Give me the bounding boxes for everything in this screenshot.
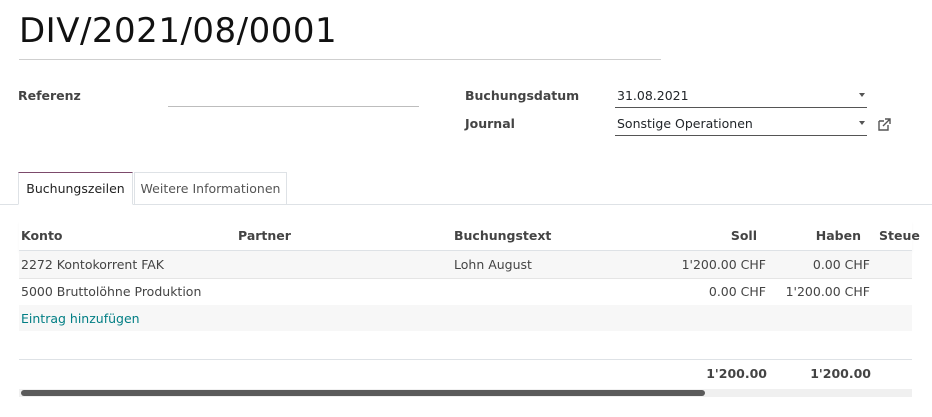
table-row[interactable]: 2272 Kontokorrent FAK Lohn August 1'200.… [19, 251, 912, 279]
table-footer-divider [19, 359, 912, 360]
column-konto[interactable]: Konto [21, 228, 63, 243]
caret-down-icon[interactable] [859, 93, 865, 97]
referenz-label: Referenz [18, 88, 81, 103]
record-title: DIV/2021/08/0001 [19, 8, 661, 60]
column-buchungstext[interactable]: Buchungstext [454, 228, 551, 243]
add-line-row: Eintrag hinzufügen [19, 305, 912, 331]
cell-haben: 0.00 CHF [812, 257, 870, 272]
external-link-icon[interactable] [876, 117, 892, 133]
cell-soll: 0.00 CHF [708, 284, 766, 299]
journal-label: Journal [465, 116, 515, 131]
column-soll[interactable]: Soll [657, 228, 757, 243]
tabs-divider [0, 204, 932, 205]
referenz-input[interactable] [168, 106, 419, 107]
column-steuer[interactable]: Steue [879, 228, 920, 243]
tab-buchungszeilen[interactable]: Buchungszeilen [18, 172, 133, 205]
journal-field[interactable]: Sonstige Operationen [615, 113, 867, 136]
cell-konto: 2272 Kontokorrent FAK [21, 257, 164, 272]
buchungsdatum-label: Buchungsdatum [465, 88, 580, 103]
column-partner[interactable]: Partner [238, 228, 291, 243]
total-soll: 1'200.00 [706, 366, 767, 381]
journal-value: Sonstige Operationen [617, 116, 753, 131]
table-row[interactable]: 5000 Bruttolöhne Produktion 0.00 CHF 1'2… [19, 279, 912, 306]
caret-down-icon[interactable] [859, 121, 865, 125]
cell-buchungstext: Lohn August [454, 257, 532, 272]
column-haben[interactable]: Haben [761, 228, 861, 243]
cell-konto: 5000 Bruttolöhne Produktion [21, 284, 202, 299]
buchungsdatum-value: 31.08.2021 [617, 88, 689, 103]
add-line-link[interactable]: Eintrag hinzufügen [21, 311, 140, 326]
buchungsdatum-field[interactable]: 31.08.2021 [615, 85, 867, 108]
total-haben: 1'200.00 [810, 366, 871, 381]
tab-weitere-informationen[interactable]: Weitere Informationen [134, 172, 287, 204]
horizontal-scrollbar-thumb[interactable] [21, 390, 705, 396]
cell-haben: 1'200.00 CHF [785, 284, 870, 299]
cell-soll: 1'200.00 CHF [681, 257, 766, 272]
